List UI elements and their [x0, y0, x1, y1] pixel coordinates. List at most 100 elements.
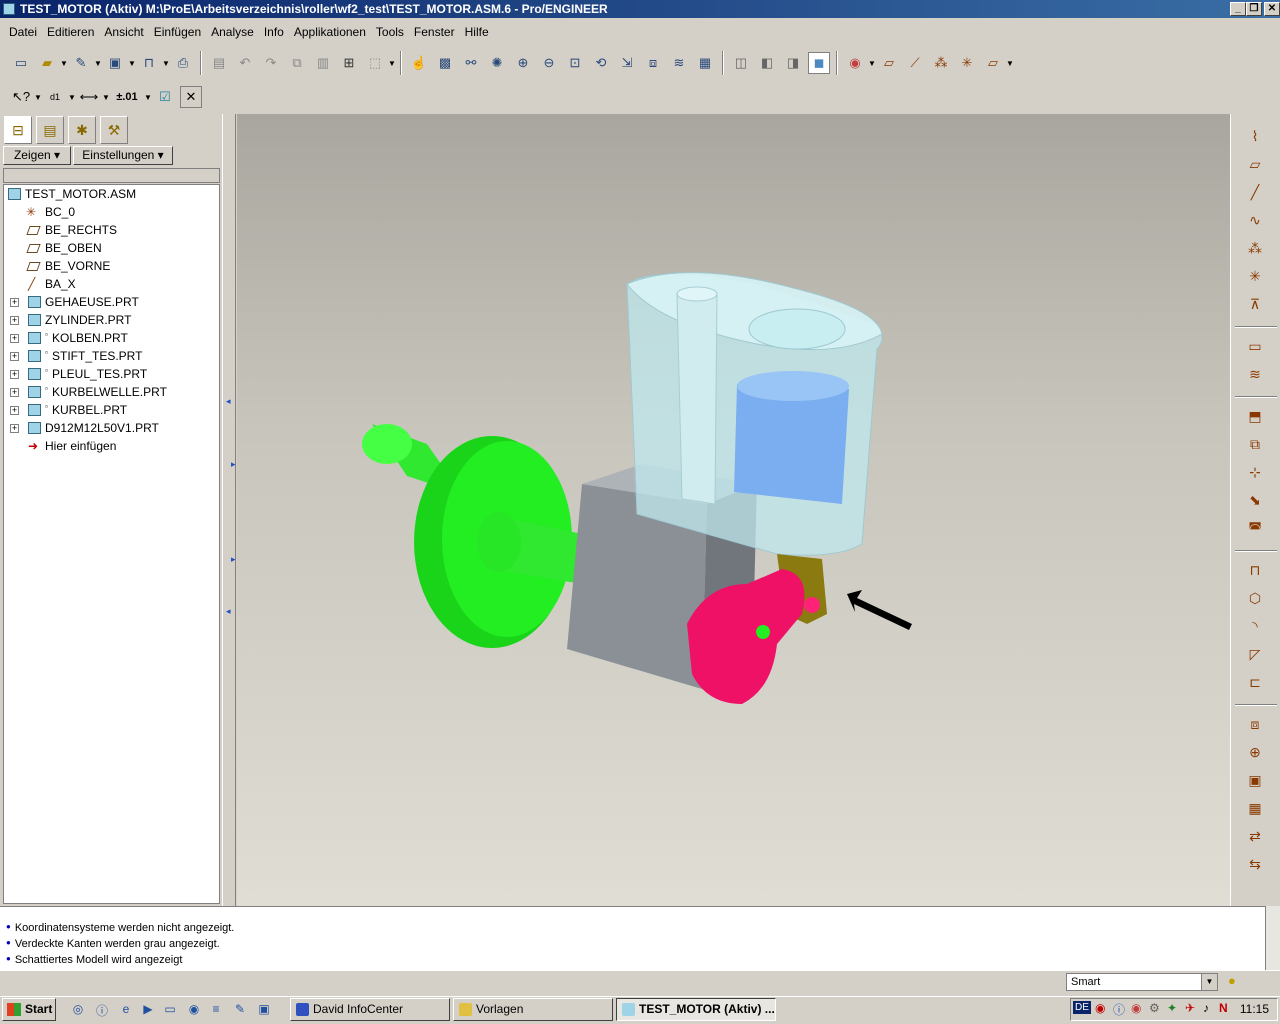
datum-axis-icon[interactable]: ╱ [1243, 180, 1267, 204]
tree-item[interactable]: BE_RECHTS [4, 221, 219, 239]
find-icon[interactable]: ⊞ [338, 52, 360, 74]
minimize-button[interactable]: _ [1230, 2, 1246, 16]
select-box-icon[interactable]: ⬚ [364, 52, 386, 74]
lock-icon[interactable]: ⊓ [138, 52, 160, 74]
chevron-down-icon[interactable]: ▼ [60, 59, 68, 68]
help-pointer-icon[interactable]: ↖? [10, 86, 32, 108]
chevron-down-icon[interactable]: ▼ [1201, 974, 1217, 990]
hidden-line-icon[interactable]: ◧ [756, 52, 778, 74]
drag-icon[interactable]: ⬊ [1243, 488, 1267, 512]
favorites-tab-icon[interactable]: ✱ [68, 116, 96, 144]
spin-center-icon[interactable]: ✺ [486, 52, 508, 74]
expand-icon[interactable]: + [10, 298, 19, 307]
message-scrollbar[interactable] [1265, 906, 1280, 970]
dimension-icon[interactable]: ⟷ [78, 86, 100, 108]
tools-tab-icon[interactable]: ⚒ [100, 116, 128, 144]
quicklaunch-icon[interactable]: ◎ [70, 1002, 86, 1018]
chevron-down-icon[interactable]: ▼ [162, 59, 170, 68]
tree-item[interactable]: ╱ BA_X [4, 275, 219, 293]
print-icon[interactable]: ⎙ [172, 52, 194, 74]
start-button[interactable]: Start [2, 998, 56, 1021]
shell-icon[interactable]: ⊏ [1243, 670, 1267, 694]
wireframe-icon[interactable]: ◫ [730, 52, 752, 74]
model-check-icon[interactable]: ☑ [154, 86, 176, 108]
tray-icon[interactable]: N [1219, 1001, 1228, 1015]
no-hidden-icon[interactable]: ◨ [782, 52, 804, 74]
package-icon[interactable]: ⊹ [1243, 460, 1267, 484]
quicklaunch-icon[interactable]: e [118, 1002, 134, 1018]
datum-plane-icon[interactable]: ▱ [1243, 152, 1267, 176]
zoom-in-icon[interactable]: ⊕ [512, 52, 534, 74]
analysis-icon[interactable]: ⊼ [1243, 292, 1267, 316]
expand-right-icon[interactable]: ▸ [231, 554, 236, 565]
tray-icon[interactable]: ◉ [1131, 1001, 1141, 1015]
undo-icon[interactable]: ↶ [234, 52, 256, 74]
expand-icon[interactable]: + [10, 370, 19, 379]
tree-item[interactable]: + ▫ KURBEL.PRT [4, 401, 219, 419]
tray-icon[interactable]: ✈ [1185, 1001, 1195, 1015]
menu-einfuegen[interactable]: Einfügen [149, 25, 206, 39]
tray-icon[interactable]: ✦ [1167, 1001, 1177, 1015]
layers-tab-icon[interactable]: ▤ [36, 116, 64, 144]
menu-info[interactable]: Info [259, 25, 289, 39]
quicklaunch-icon[interactable]: ▶ [140, 1002, 156, 1018]
expand-icon[interactable]: + [10, 406, 19, 415]
chevron-down-icon[interactable]: ▼ [128, 59, 136, 68]
expand-icon[interactable]: + [10, 352, 19, 361]
chevron-down-icon[interactable]: ▼ [94, 59, 102, 68]
tray-icon[interactable]: ⓘ [1113, 1001, 1125, 1018]
chevron-down-icon[interactable]: ▼ [388, 59, 396, 68]
tolerance-button[interactable]: ±.01 [112, 86, 142, 108]
taskbar-button-active[interactable]: TEST_MOTOR (Aktiv) ... [616, 998, 776, 1021]
settings-button[interactable]: Einstellungen ▾ [73, 146, 173, 165]
quicklaunch-icon[interactable]: ✎ [232, 1002, 248, 1018]
replace-icon[interactable]: ▣ [1243, 768, 1267, 792]
collapse-left-icon[interactable]: ◂ [226, 396, 231, 407]
menu-tools[interactable]: Tools [371, 25, 409, 39]
speaker-icon[interactable]: ♪ [1203, 1001, 1209, 1015]
language-indicator[interactable]: DE [1073, 1001, 1091, 1014]
menu-hilfe[interactable]: Hilfe [460, 25, 494, 39]
datum-plane-display-icon[interactable]: ▱ [878, 52, 900, 74]
select-pointer-icon[interactable]: ☝ [408, 52, 430, 74]
expand-right-icon[interactable]: ▸ [231, 459, 236, 470]
expand-icon[interactable]: + [10, 424, 19, 433]
chevron-down-icon[interactable]: ▼ [1006, 59, 1014, 68]
chevron-down-icon[interactable]: ▼ [868, 59, 876, 68]
chevron-down-icon[interactable]: ▼ [68, 93, 76, 102]
chamfer-icon[interactable]: ◸ [1243, 642, 1267, 666]
merge-icon[interactable]: ⊕ [1243, 740, 1267, 764]
quicklaunch-icon[interactable]: ◉ [186, 1002, 202, 1018]
annotation-icon[interactable]: ▭ [1243, 334, 1267, 358]
menu-applikationen[interactable]: Applikationen [289, 25, 371, 39]
open-folder-icon[interactable]: ▰ [36, 52, 58, 74]
tree-item[interactable]: BE_OBEN [4, 239, 219, 257]
quicklaunch-icon[interactable]: ⓘ [94, 1002, 110, 1018]
round-icon[interactable]: ◝ [1243, 614, 1267, 638]
close-button[interactable]: ✕ [1264, 2, 1280, 16]
menu-ansicht[interactable]: Ansicht [99, 25, 148, 39]
view-manager-icon[interactable]: ⧈ [642, 52, 664, 74]
expand-icon[interactable]: + [10, 388, 19, 397]
panel-splitter[interactable]: ◂ ▸ ▸ ◂ [222, 114, 236, 906]
menu-analyse[interactable]: Analyse [206, 25, 259, 39]
reroute-icon[interactable]: ⇆ [1243, 852, 1267, 876]
tree-item[interactable]: BE_VORNE [4, 257, 219, 275]
shading-icon[interactable]: ◼ [808, 52, 830, 74]
csys-display-icon[interactable]: ✳ [956, 52, 978, 74]
quicklaunch-icon[interactable]: ▭ [162, 1002, 178, 1018]
tree-item[interactable]: ✳ BC_0 [4, 203, 219, 221]
paste-icon[interactable]: ▤ [208, 52, 230, 74]
expand-icon[interactable]: + [10, 316, 19, 325]
tree-item[interactable]: + ▫ KOLBEN.PRT [4, 329, 219, 347]
network-icon[interactable]: ⚯ [460, 52, 482, 74]
quicklaunch-icon[interactable]: ≡ [208, 1002, 224, 1018]
collapse-left-icon[interactable]: ◂ [226, 606, 231, 617]
restore-button[interactable]: ❐ [1246, 2, 1262, 16]
tree-filter-bar[interactable] [3, 168, 220, 183]
saved-views-icon[interactable]: ⇲ [616, 52, 638, 74]
zoom-out-icon[interactable]: ⊖ [538, 52, 560, 74]
tree-item[interactable]: + D912M12L50V1.PRT [4, 419, 219, 437]
sketch-tools-icon[interactable]: ⌇ [1243, 124, 1267, 148]
model-3d-view[interactable] [237, 114, 1230, 906]
